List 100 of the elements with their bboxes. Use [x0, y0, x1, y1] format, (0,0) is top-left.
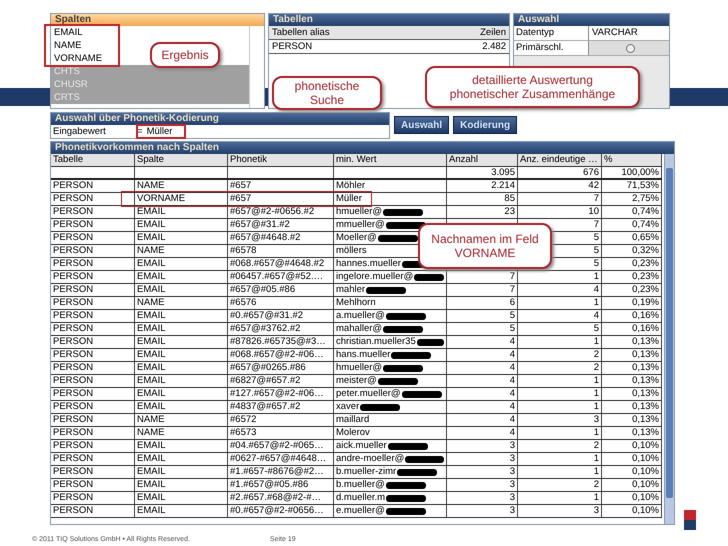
table-cell: EMAIL [137, 479, 166, 491]
scrollbar[interactable] [664, 154, 674, 524]
table-cell: PERSON [53, 193, 94, 205]
dropdown-label[interactable]: Primärschl. [514, 41, 589, 55]
callout: Ergebnis [150, 42, 220, 68]
table-cell: 3 [510, 440, 515, 452]
table-cell: 0,32% [632, 245, 659, 257]
table-cell: #1.#657-#8676@#2… [230, 466, 324, 478]
table-cell: PERSON [53, 427, 94, 439]
table-cell: meister@ [336, 375, 377, 387]
table-cell: EMAIL [137, 336, 166, 348]
table-cell: #657@#3762.#2 [230, 323, 300, 335]
table-cell: 5 [594, 245, 599, 257]
callout: Nachnamen im Feld VORNAME [418, 223, 552, 269]
table-cell: 1 [594, 297, 599, 309]
table-cell: 1 [594, 401, 599, 413]
table-cell: 3 [594, 414, 599, 426]
table-cell: PERSON [53, 336, 94, 348]
table-cell: #6572 [230, 414, 256, 426]
column-header[interactable]: Tabellen alias [272, 26, 330, 39]
table-cell: 2 [594, 479, 599, 491]
table-cell: 3 [510, 492, 515, 504]
dropdown-label[interactable]: Datentyp [514, 26, 589, 40]
table-cell: #87826.#65735@#3… [230, 336, 326, 348]
table-cell: 1 [594, 492, 599, 504]
table-cell: 4 [510, 427, 515, 439]
table-cell: 0,13% [632, 362, 659, 374]
table-cell: maillard [336, 414, 370, 426]
column-header[interactable]: % [602, 154, 662, 166]
table-cell: andre-moeller@ [336, 453, 404, 465]
table-cell: EMAIL [137, 401, 166, 413]
table-cell: mahler [336, 284, 366, 296]
action-button[interactable]: Auswahl [394, 116, 450, 134]
table-cell: 2 [594, 362, 599, 374]
table-cell: PERSON [53, 180, 94, 192]
table-cell: a.mueller@ [336, 310, 385, 322]
table-cell: 2 [594, 440, 599, 452]
table-cell: PERSON [53, 284, 94, 296]
table-cell: PERSON [53, 401, 94, 413]
table-cell: 5 [594, 258, 599, 270]
decor-square [684, 520, 696, 530]
table-cell: EMAIL [137, 271, 166, 283]
table-cell: #6578 [230, 245, 256, 257]
table-cell: 71,53% [626, 180, 659, 192]
table-cell: 7 [594, 219, 599, 231]
input-field[interactable]: Müller [146, 124, 389, 138]
table-cell: PERSON [53, 349, 94, 361]
table-cell: PERSON [53, 232, 94, 244]
table-cell: 5 [594, 232, 599, 244]
column-header[interactable]: Phonetik [228, 154, 334, 166]
table-cell: #127.#657@#2-#06… [230, 388, 324, 400]
radio-icon[interactable] [626, 44, 635, 52]
table-cell: EMAIL [137, 505, 166, 517]
table-cell: 1 [594, 466, 599, 478]
table-cell: EMAIL [137, 232, 166, 244]
table-cell: 85 [504, 193, 515, 205]
table-cell: NAME [137, 427, 164, 439]
table-cell: 0,16% [632, 323, 659, 335]
table-cell: hannes.mueller [336, 258, 401, 270]
table-cell: 6 [510, 297, 515, 309]
table-cell: 3 [510, 453, 515, 465]
table-cell: 0,23% [632, 284, 659, 296]
table-cell: #4837@#657.#2 [230, 401, 300, 413]
panel-title: Phonetikvorkommen nach Spalten [55, 142, 219, 153]
table-cell: 4 [594, 310, 599, 322]
table-cell: 0,65% [632, 232, 659, 244]
column-header[interactable]: Anzahl [447, 154, 518, 166]
column-header[interactable]: Spalte [135, 154, 228, 166]
table-cell: hmueller@ [336, 206, 382, 218]
column-header[interactable]: Anz. eindeutige … [518, 154, 602, 166]
table-cell: 0,10% [632, 479, 659, 491]
field-label: Eingabewert [53, 124, 107, 138]
table-cell: 2 [594, 349, 599, 361]
table-cell: 0,74% [632, 206, 659, 218]
table-cell: PERSON [53, 206, 94, 218]
table-cell: 4 [510, 414, 515, 426]
action-button[interactable]: Kodierung [453, 116, 518, 134]
table-cell: #657@#05.#86 [230, 284, 296, 296]
table-cell: PERSON [53, 258, 94, 270]
column-header[interactable]: min. Wert [334, 154, 447, 166]
column-header[interactable]: Tabelle [51, 154, 135, 166]
table-cell: 4 [594, 284, 599, 296]
table-cell: #0.#657@#2-#0656… [230, 505, 324, 517]
table-cell: EMAIL [137, 219, 166, 231]
table-cell: b.mueller-zimr [336, 466, 396, 478]
table-cell: PERSON [53, 466, 94, 478]
table-cell: PERSON [53, 362, 94, 374]
column-header[interactable]: Zeilen [480, 26, 506, 39]
panel-title: Auswahl [518, 14, 560, 25]
table-cell: 1 [594, 271, 599, 283]
table-cell: PERSON [53, 219, 94, 231]
table-cell: PERSON [272, 40, 312, 53]
table-cell: #657 [230, 180, 252, 192]
table-cell: 0,13% [632, 388, 659, 400]
table-cell: 5 [594, 323, 599, 335]
table-cell: #06457.#657@#52.… [230, 271, 324, 283]
table-cell: möllers [336, 245, 367, 257]
table-cell: e.mueller@ [336, 505, 385, 517]
table-cell: 1 [594, 336, 599, 348]
table-cell: 0,74% [632, 219, 659, 231]
